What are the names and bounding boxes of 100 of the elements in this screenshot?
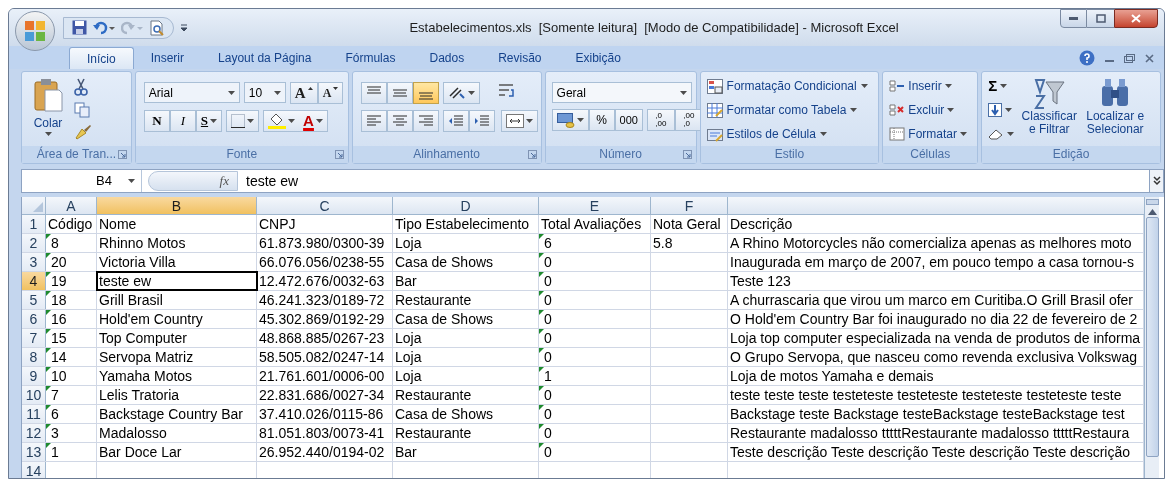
error-indicator-icon[interactable]: [539, 367, 544, 372]
error-indicator-icon[interactable]: [539, 386, 544, 391]
column-header[interactable]: C: [257, 197, 393, 214]
save-icon[interactable]: [72, 20, 87, 35]
scissors-icon[interactable]: [74, 78, 88, 96]
thousands-button[interactable]: 000: [614, 109, 643, 131]
orientation-button[interactable]: [442, 82, 480, 104]
increase-indent-button[interactable]: [468, 110, 495, 132]
customize-toolbar-icon[interactable]: [180, 23, 188, 32]
error-indicator-icon[interactable]: [46, 291, 51, 296]
font-size-field[interactable]: 10: [243, 82, 286, 103]
maximize-button[interactable]: [1087, 9, 1114, 28]
row-header[interactable]: 8: [22, 348, 46, 366]
error-indicator-icon[interactable]: [46, 234, 51, 239]
undo-icon[interactable]: [93, 20, 115, 35]
vertical-scrollbar[interactable]: [1144, 197, 1159, 478]
row-header[interactable]: 9: [22, 367, 46, 385]
decimal-button[interactable]: ,0 ,00: [646, 109, 675, 131]
borders-button[interactable]: [226, 110, 260, 132]
align-center-button[interactable]: [386, 110, 413, 132]
error-indicator-icon[interactable]: [539, 272, 544, 277]
column-header[interactable]: D: [393, 197, 539, 214]
row-header[interactable]: 3: [22, 253, 46, 271]
column-header[interactable]: B: [97, 197, 257, 214]
close-button[interactable]: [1114, 9, 1158, 28]
find-select-button[interactable]: Localizar e Selecionar: [1084, 76, 1147, 146]
grow-font-button[interactable]: A: [289, 82, 318, 104]
error-indicator-icon[interactable]: [539, 348, 544, 353]
error-indicator-icon[interactable]: [46, 272, 51, 277]
copy-icon[interactable]: [74, 102, 90, 118]
row-header[interactable]: 11: [22, 405, 46, 423]
vertical-align-button[interactable]: [360, 82, 387, 104]
fill-color-button[interactable]: A: [263, 110, 328, 132]
number-format-field[interactable]: Geral: [551, 82, 692, 103]
style-menu-button[interactable]: Formatação Condicional: [706, 76, 868, 96]
align-left-button[interactable]: [360, 110, 387, 132]
error-indicator-icon[interactable]: [46, 329, 51, 334]
error-indicator-icon[interactable]: [539, 329, 544, 334]
merge-cells-button[interactable]: [500, 110, 538, 132]
error-indicator-icon[interactable]: [539, 291, 544, 296]
decrease-indent-button[interactable]: [442, 110, 469, 132]
wrap-text-icon[interactable]: [497, 82, 516, 100]
sort-filter-button[interactable]: Classificar e Filtrar: [1020, 76, 1079, 146]
brush-icon[interactable]: [74, 124, 92, 140]
error-indicator-icon[interactable]: [46, 310, 51, 315]
cells-menu-button[interactable]: Formatar: [889, 124, 968, 144]
row-header[interactable]: 10: [22, 386, 46, 404]
ribbon-tab[interactable]: Dados: [412, 47, 482, 69]
error-indicator-icon[interactable]: [46, 367, 51, 372]
error-indicator-icon[interactable]: [46, 253, 51, 258]
error-indicator-icon[interactable]: [539, 253, 544, 258]
row-header[interactable]: 12: [22, 424, 46, 442]
cells-menu-button[interactable]: Excluir: [889, 100, 968, 120]
print-preview-icon[interactable]: [149, 19, 165, 36]
column-header[interactable]: F: [651, 197, 728, 214]
underline-button[interactable]: S: [195, 110, 223, 132]
error-indicator-icon[interactable]: [539, 310, 544, 315]
scroll-up-arrow-icon[interactable]: [1147, 209, 1157, 215]
column-header[interactable]: E: [539, 197, 651, 214]
style-menu-button[interactable]: Formatar como Tabela: [706, 100, 868, 120]
autosum-button[interactable]: Σ: [988, 76, 1015, 96]
error-indicator-icon[interactable]: [46, 443, 51, 448]
bold-button[interactable]: N: [143, 110, 170, 132]
row-header[interactable]: 14: [22, 462, 46, 478]
vertical-align-button[interactable]: [386, 82, 413, 104]
dialog-launcher-icon[interactable]: [117, 150, 127, 159]
dialog-launcher-icon[interactable]: [682, 150, 692, 159]
office-button[interactable]: [15, 10, 55, 51]
vertical-align-button[interactable]: [412, 82, 439, 104]
error-indicator-icon[interactable]: [539, 424, 544, 429]
row-header[interactable]: 5: [22, 291, 46, 309]
ribbon-tab[interactable]: Início: [69, 47, 134, 69]
error-indicator-icon[interactable]: [539, 443, 544, 448]
error-indicator-icon[interactable]: [539, 234, 544, 239]
dialog-launcher-icon[interactable]: [527, 150, 537, 159]
error-indicator-icon[interactable]: [46, 348, 51, 353]
help-icon[interactable]: [1079, 50, 1095, 66]
ribbon-tab[interactable]: Inserir: [133, 47, 202, 69]
paste-button[interactable]: Colar: [26, 76, 70, 146]
error-indicator-icon[interactable]: [46, 424, 51, 429]
row-header[interactable]: 7: [22, 329, 46, 347]
cells-menu-button[interactable]: Inserir: [889, 76, 968, 96]
row-header[interactable]: 13: [22, 443, 46, 461]
ribbon-tab[interactable]: Fórmulas: [328, 47, 413, 69]
error-indicator-icon[interactable]: [539, 405, 544, 410]
currency-button[interactable]: [551, 109, 589, 131]
dialog-launcher-icon[interactable]: [334, 150, 344, 159]
align-right-button[interactable]: [412, 110, 439, 132]
close-icon[interactable]: [1145, 53, 1154, 63]
row-header[interactable]: 4: [22, 272, 46, 290]
row-header[interactable]: 6: [22, 310, 46, 328]
ribbon-tab[interactable]: Revisão: [481, 47, 559, 69]
font-name-field[interactable]: Arial: [143, 82, 240, 103]
fill-button[interactable]: [988, 100, 1015, 120]
row-header[interactable]: 2: [22, 234, 46, 252]
error-indicator-icon[interactable]: [46, 405, 51, 410]
percent-button[interactable]: %: [588, 109, 615, 131]
ribbon-tab[interactable]: Layout da Página: [201, 47, 329, 69]
ribbon-tab[interactable]: Exibição: [558, 47, 638, 69]
row-header[interactable]: 1: [22, 215, 46, 233]
